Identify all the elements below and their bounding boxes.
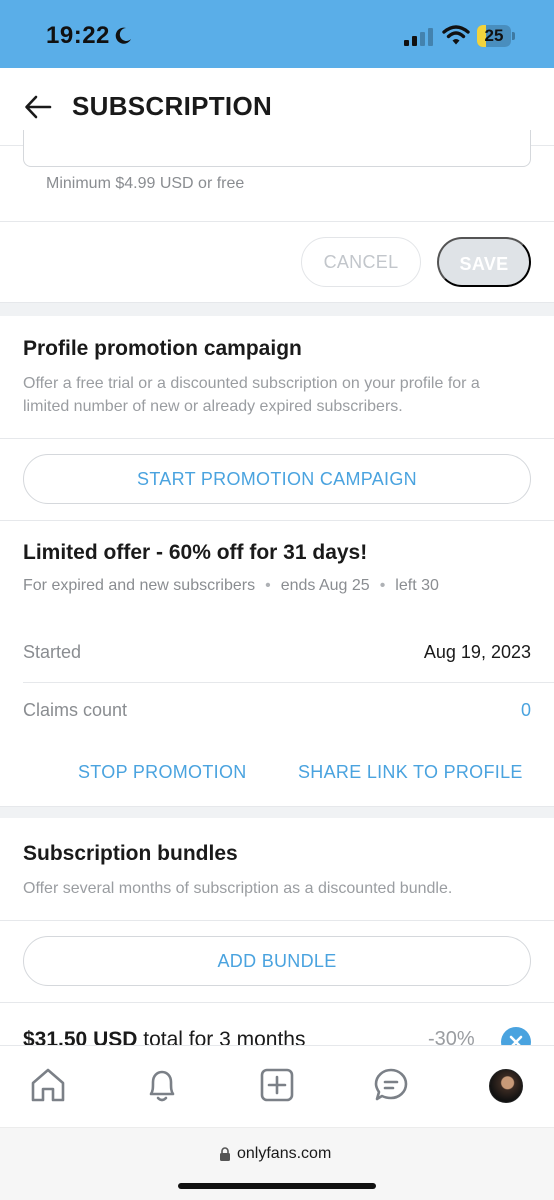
price-hint: Minimum $4.99 USD or free: [46, 175, 245, 192]
arrow-left-icon[interactable]: [24, 94, 52, 120]
wifi-icon: [442, 25, 470, 45]
status-bar: 19:22 25: [0, 0, 554, 68]
save-button[interactable]: SAVE: [437, 237, 531, 287]
share-link-button[interactable]: SHARE LINK TO PROFILE: [298, 762, 523, 783]
section-gap: [0, 302, 554, 316]
url-text: onlyfans.com: [237, 1145, 332, 1162]
home-indicator: [178, 1183, 376, 1189]
add-bundle-button[interactable]: ADD BUNDLE: [23, 936, 531, 986]
promotion-title: Profile promotion campaign: [23, 337, 302, 360]
browser-url-bar[interactable]: onlyfans.com: [0, 1127, 554, 1200]
battery-level: 25: [484, 26, 504, 45]
stop-promotion-button[interactable]: STOP PROMOTION: [78, 762, 247, 783]
claims-count-label: Claims count: [23, 700, 128, 720]
offer-audience: For expired and new subscribers: [23, 577, 256, 594]
home-icon[interactable]: [29, 1066, 67, 1104]
offer-ends: ends Aug 25: [280, 577, 370, 594]
started-value: Aug 19, 2023: [423, 642, 531, 662]
moon-icon: [115, 27, 131, 44]
section-gap: [0, 806, 554, 818]
messages-icon[interactable]: [372, 1066, 410, 1104]
started-label: Started: [23, 642, 82, 662]
battery-icon: 25: [477, 25, 515, 47]
cancel-button[interactable]: CANCEL: [301, 237, 421, 287]
bottom-navigation: [0, 1045, 554, 1127]
offer-title: Limited offer - 60% off for 31 days!: [23, 541, 368, 564]
page-title: SUBSCRIPTION: [72, 91, 273, 121]
offer-left: left 30: [395, 577, 439, 594]
bundles-description: Offer several months of subscription as …: [23, 880, 453, 897]
divider: [0, 221, 554, 222]
start-promotion-button[interactable]: START PROMOTION CAMPAIGN: [23, 454, 531, 504]
offer-meta: For expired and new subscribers • ends Aug…: [23, 577, 439, 594]
add-post-icon[interactable]: [258, 1066, 296, 1104]
status-time: 19:22: [46, 22, 110, 49]
price-input[interactable]: [23, 130, 531, 167]
profile-avatar[interactable]: [489, 1069, 523, 1103]
claims-count-value[interactable]: 0: [521, 700, 531, 721]
notifications-bell-icon[interactable]: [143, 1066, 181, 1104]
bundles-title: Subscription bundles: [23, 842, 238, 865]
lock-icon: [220, 1147, 230, 1161]
signal-icon: [404, 28, 433, 46]
promotion-description: Offer a free trial or a discounted subsc…: [23, 375, 480, 415]
